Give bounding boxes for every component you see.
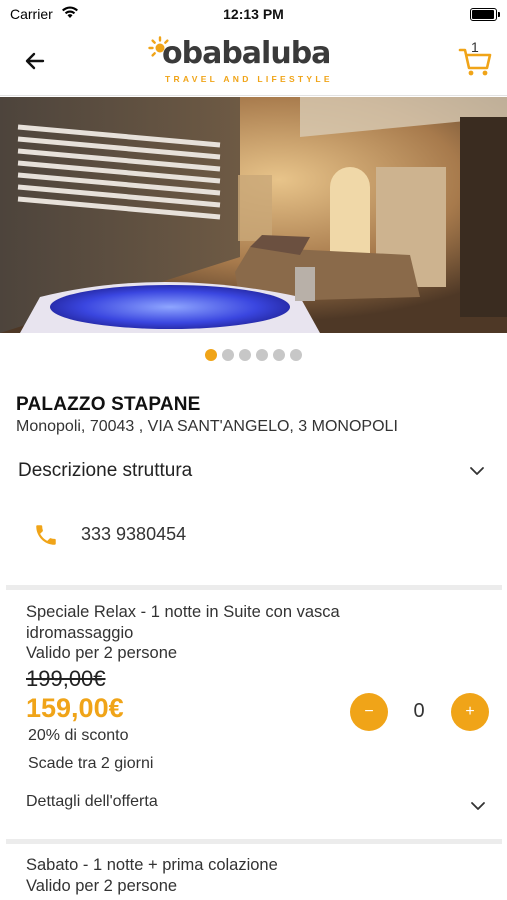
- increase-quantity-button[interactable]: +: [451, 693, 489, 731]
- logo-wordmark: obabaluba: [162, 36, 331, 71]
- phone-number: 333 9380454: [81, 524, 187, 544]
- section-divider: [6, 839, 502, 844]
- carousel-dot[interactable]: [290, 349, 302, 361]
- offer-validity: Valido per 2 persone: [26, 877, 178, 895]
- offer-title: Speciale Relax - 1 notte in Suite con va…: [26, 603, 340, 642]
- carousel-dot[interactable]: [273, 349, 285, 361]
- phone-icon: [36, 525, 56, 545]
- property-address: Monopoli, 70043 , VIA SANT'ANGELO, 3 MON…: [16, 418, 398, 435]
- offer-details-label: Dettagli dell'offerta: [26, 793, 158, 810]
- offer-title: Sabato - 1 notte + prima colazione: [26, 856, 278, 874]
- cart-count-badge: 1: [471, 39, 479, 55]
- decrease-quantity-button[interactable]: −: [350, 693, 388, 731]
- expiry-label: Scade tra 2 giorni: [28, 755, 154, 772]
- back-arrow-icon[interactable]: [20, 46, 50, 76]
- phone-contact[interactable]: 333 9380454: [0, 512, 507, 556]
- carousel-dot[interactable]: [239, 349, 251, 361]
- discounted-price: 159,00€: [26, 693, 124, 723]
- top-navbar: obabaluba TRAVEL AND LIFESTYLE 1: [0, 30, 507, 96]
- suite-photo-illustration: [0, 97, 507, 333]
- property-name: PALAZZO STAPANE: [16, 394, 201, 415]
- description-label: Descrizione struttura: [18, 460, 193, 481]
- offer-validity: Valido per 2 persone: [26, 644, 178, 662]
- battery-icon: [470, 8, 500, 21]
- carousel-dot[interactable]: [205, 349, 217, 361]
- logo-tagline: TRAVEL AND LIFESTYLE: [165, 74, 333, 84]
- discount-label: 20% di sconto: [28, 727, 129, 744]
- brand-logo[interactable]: obabaluba TRAVEL AND LIFESTYLE: [148, 34, 360, 90]
- carousel-dots: [0, 349, 507, 361]
- offer-details-toggle[interactable]: Dettagli dell'offerta: [0, 786, 507, 820]
- section-divider: [6, 585, 502, 590]
- carousel-dot[interactable]: [256, 349, 268, 361]
- chevron-down-icon: [470, 467, 484, 475]
- original-price: 199,00€: [26, 666, 106, 691]
- status-bar: Carrier 12:13 PM: [0, 0, 507, 30]
- chevron-down-icon: [471, 802, 485, 810]
- clock: 12:13 PM: [223, 6, 284, 22]
- quantity-value: 0: [413, 700, 425, 722]
- description-toggle[interactable]: Descrizione struttura: [0, 452, 507, 488]
- carousel-dot[interactable]: [222, 349, 234, 361]
- property-photo[interactable]: [0, 97, 507, 333]
